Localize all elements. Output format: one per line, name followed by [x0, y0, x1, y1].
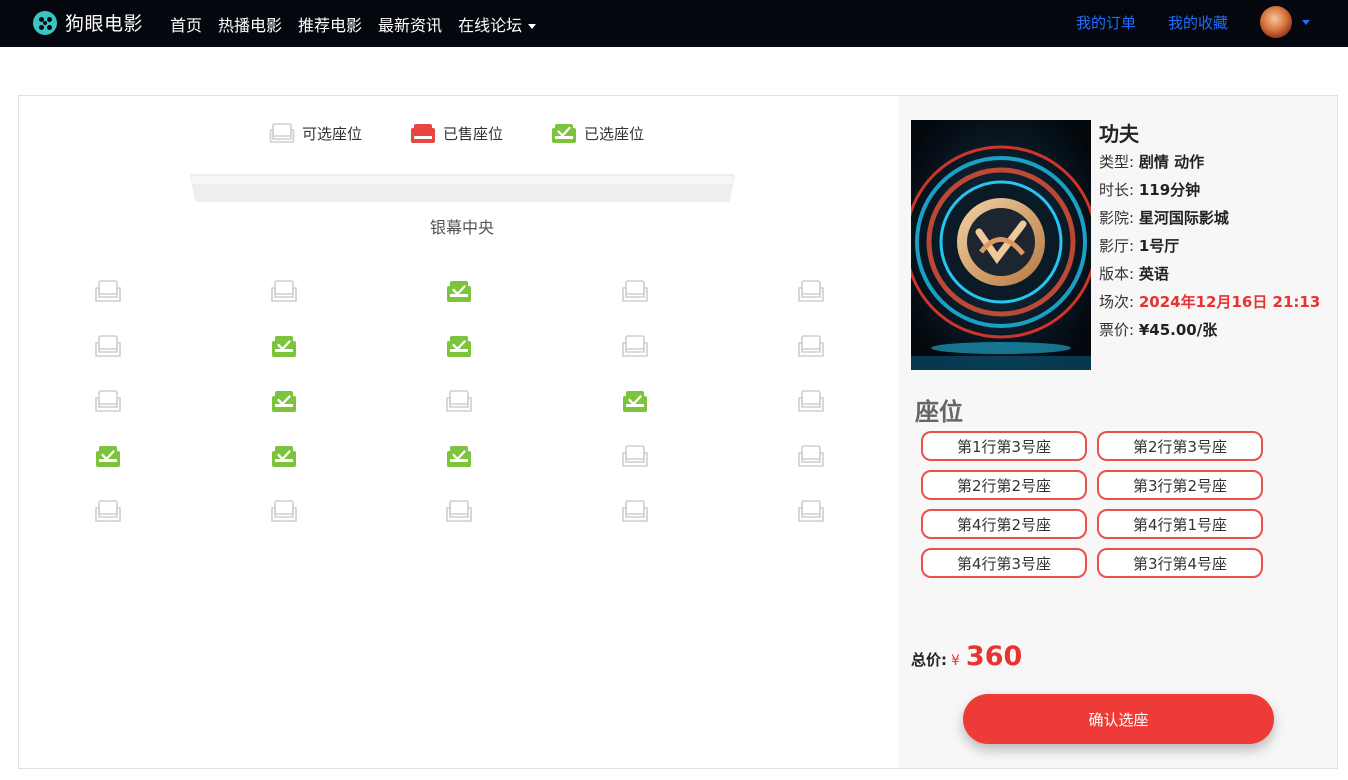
- available-seat-icon: [269, 123, 295, 143]
- cinema-label: 影院:: [1099, 209, 1135, 227]
- legend-available-label: 可选座位: [302, 124, 363, 143]
- seat-r5-c2-available[interactable]: [270, 499, 298, 523]
- seat-r3-c4-selected[interactable]: [621, 389, 649, 413]
- sold-seat-icon: [411, 124, 436, 143]
- selected-seat-tag[interactable]: 第1行第3号座: [921, 431, 1087, 461]
- session-label: 场次:: [1099, 293, 1135, 311]
- caret-down-icon: [528, 24, 537, 29]
- seat-r2-c3-selected[interactable]: [445, 334, 473, 358]
- type-label: 类型:: [1099, 153, 1135, 171]
- seat-r5-c3-available[interactable]: [445, 499, 473, 523]
- selected-seat-tag[interactable]: 第3行第2号座: [1097, 470, 1263, 500]
- selected-seat-tag[interactable]: 第3行第4号座: [1097, 548, 1263, 578]
- seat-r4-c5-available[interactable]: [797, 444, 825, 468]
- film-reel-logo-icon: [33, 10, 57, 35]
- seat-selection-panel: 可选座位 已售座位 已选座位 银幕中央 功夫 类型: 剧情 动作 时长: 119…: [18, 95, 1338, 769]
- my-favorites-link[interactable]: 我的收藏: [1168, 12, 1228, 33]
- total-price: 总价: ¥ 360: [911, 641, 1022, 672]
- total-currency: ¥: [951, 653, 960, 669]
- seat-r1-c2-available[interactable]: [270, 279, 298, 303]
- nav-link-news[interactable]: 最新资讯: [378, 12, 442, 36]
- nav-link-home[interactable]: 首页: [170, 12, 202, 36]
- seat-map-area: 可选座位 已售座位 已选座位 银幕中央: [19, 96, 899, 768]
- legend-sold: 已售座位: [410, 122, 503, 144]
- seat-r2-c5-available[interactable]: [797, 334, 825, 358]
- hall-label: 影厅:: [1099, 237, 1135, 255]
- seat-r5-c5-available[interactable]: [797, 499, 825, 523]
- nav-link-forum-dropdown[interactable]: 在线论坛: [458, 12, 537, 36]
- price-label: 票价:: [1099, 321, 1135, 339]
- seat-r3-c3-available[interactable]: [445, 389, 473, 413]
- seat-r1-c3-selected[interactable]: [445, 279, 473, 303]
- selected-seat-tag[interactable]: 第2行第2号座: [921, 470, 1087, 500]
- seat-r3-c2-selected[interactable]: [270, 389, 298, 413]
- seat-r4-c1-selected[interactable]: [94, 444, 122, 468]
- seat-r3-c1-available[interactable]: [94, 389, 122, 413]
- caret-down-icon: [1302, 19, 1310, 25]
- nav-right: 我的订单 我的收藏: [1076, 6, 1310, 38]
- movie-duration: 119分钟: [1138, 181, 1201, 199]
- seat-r4-c4-available[interactable]: [621, 444, 649, 468]
- seat-r3-c5-available[interactable]: [797, 389, 825, 413]
- movie-version-row: 版本: 英语: [1099, 260, 1320, 288]
- selected-seat-tag[interactable]: 第4行第3号座: [921, 548, 1087, 578]
- movie-type: 剧情 动作: [1138, 153, 1205, 171]
- seat-r4-c3-selected[interactable]: [445, 444, 473, 468]
- selected-seat-icon: [552, 124, 577, 143]
- nav-links: 首页 热播电影 推荐电影 最新资讯 在线论坛: [170, 12, 537, 36]
- seat-r1-c5-available[interactable]: [797, 279, 825, 303]
- seat-r2-c4-available[interactable]: [621, 334, 649, 358]
- movie-cinema-row: 影院: 星河国际影城: [1099, 204, 1320, 232]
- total-label: 总价:: [911, 651, 947, 669]
- movie-hall-row: 影厅: 1号厅: [1099, 232, 1320, 260]
- movie-version: 英语: [1138, 265, 1169, 283]
- seat-r1-c4-available[interactable]: [621, 279, 649, 303]
- my-orders-link[interactable]: 我的订单: [1076, 12, 1136, 33]
- nav-link-forum-label: 在线论坛: [458, 16, 523, 35]
- seat-r4-c2-selected[interactable]: [270, 444, 298, 468]
- total-amount: 360: [965, 641, 1023, 672]
- cinema-screen: [190, 174, 735, 202]
- movie-session: 2024年12月16日 21:13: [1138, 293, 1321, 311]
- seat-r5-c1-available[interactable]: [94, 499, 122, 523]
- movie-hall: 1号厅: [1138, 237, 1180, 255]
- movie-poster-image: [911, 120, 1091, 370]
- movie-session-row: 场次: 2024年12月16日 21:13: [1099, 288, 1320, 316]
- legend-available: 可选座位: [269, 122, 362, 144]
- movie-price: ¥45.00/张: [1138, 321, 1218, 339]
- movie-price-row: 票价: ¥45.00/张: [1099, 316, 1320, 344]
- order-summary-panel: 功夫 类型: 剧情 动作 时长: 119分钟 影院: 星河国际影城 影厅: 1号…: [899, 96, 1337, 768]
- version-label: 版本:: [1099, 265, 1135, 283]
- brand-name: 狗眼电影: [65, 13, 144, 35]
- movie-duration-row: 时长: 119分钟: [1099, 176, 1320, 204]
- selected-seat-tag[interactable]: 第2行第3号座: [1097, 431, 1263, 461]
- movie-info: 功夫 类型: 剧情 动作 时长: 119分钟 影院: 星河国际影城 影厅: 1号…: [1099, 120, 1320, 344]
- seats-heading: 座位: [915, 398, 963, 426]
- avatar[interactable]: [1260, 6, 1292, 38]
- movie-type-row: 类型: 剧情 动作: [1099, 148, 1320, 176]
- screen-center-label: 银幕中央: [429, 218, 494, 237]
- legend-sold-label: 已售座位: [443, 124, 504, 143]
- nav-link-recommended[interactable]: 推荐电影: [298, 12, 362, 36]
- top-navbar: 狗眼电影 首页 热播电影 推荐电影 最新资讯 在线论坛 我的订单 我的收藏: [0, 0, 1348, 47]
- legend-selected: 已选座位: [551, 122, 644, 144]
- nav-link-hot-movies[interactable]: 热播电影: [218, 12, 282, 36]
- user-menu[interactable]: [1260, 6, 1310, 38]
- brand[interactable]: 狗眼电影: [33, 9, 143, 36]
- confirm-seat-button[interactable]: 确认选座: [963, 694, 1274, 744]
- movie-title: 功夫: [1099, 122, 1139, 146]
- seat-r5-c4-available[interactable]: [621, 499, 649, 523]
- movie-cinema: 星河国际影城: [1138, 209, 1229, 227]
- duration-label: 时长:: [1099, 181, 1135, 199]
- selected-seat-tag[interactable]: 第4行第2号座: [921, 509, 1087, 539]
- seat-r2-c1-available[interactable]: [94, 334, 122, 358]
- seat-r2-c2-selected[interactable]: [270, 334, 298, 358]
- legend-selected-label: 已选座位: [584, 124, 645, 143]
- seat-legend: 可选座位 已售座位 已选座位: [269, 122, 644, 144]
- selected-seat-tag[interactable]: 第4行第1号座: [1097, 509, 1263, 539]
- seat-r1-c1-available[interactable]: [94, 279, 122, 303]
